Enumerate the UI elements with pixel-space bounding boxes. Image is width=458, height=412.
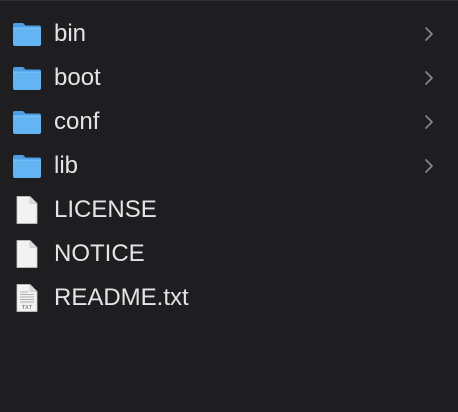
text-file-icon: TXT	[12, 283, 42, 313]
chevron-right-icon[interactable]	[423, 158, 435, 174]
file-row-bin[interactable]: bin	[0, 12, 458, 56]
file-name-label: conf	[54, 108, 100, 135]
file-row-license[interactable]: LICENSE	[0, 188, 458, 232]
file-list: bin boot conf lib LICENSE NOTICE TXT REA…	[0, 1, 458, 320]
file-row-lib[interactable]: lib	[0, 144, 458, 188]
file-name-label: boot	[54, 64, 101, 91]
file-row-conf[interactable]: conf	[0, 100, 458, 144]
chevron-right-icon[interactable]	[423, 26, 435, 42]
file-name-label: lib	[54, 152, 79, 179]
file-browser-panel: bin boot conf lib LICENSE NOTICE TXT REA…	[0, 0, 458, 412]
folder-icon	[12, 63, 42, 93]
file-name-label: README.txt	[54, 284, 189, 311]
chevron-right-icon[interactable]	[423, 114, 435, 130]
file-name-label: bin	[54, 20, 87, 47]
document-icon	[12, 195, 42, 225]
folder-icon	[12, 107, 42, 137]
folder-icon	[12, 19, 42, 49]
file-row-readme[interactable]: TXT README.txt	[0, 276, 458, 320]
file-row-boot[interactable]: boot	[0, 56, 458, 100]
file-row-notice[interactable]: NOTICE	[0, 232, 458, 276]
file-name-label: NOTICE	[54, 240, 145, 267]
chevron-right-icon[interactable]	[423, 70, 435, 86]
folder-icon	[12, 151, 42, 181]
document-icon	[12, 239, 42, 269]
file-name-label: LICENSE	[54, 196, 157, 223]
txt-badge: TXT	[22, 305, 33, 311]
